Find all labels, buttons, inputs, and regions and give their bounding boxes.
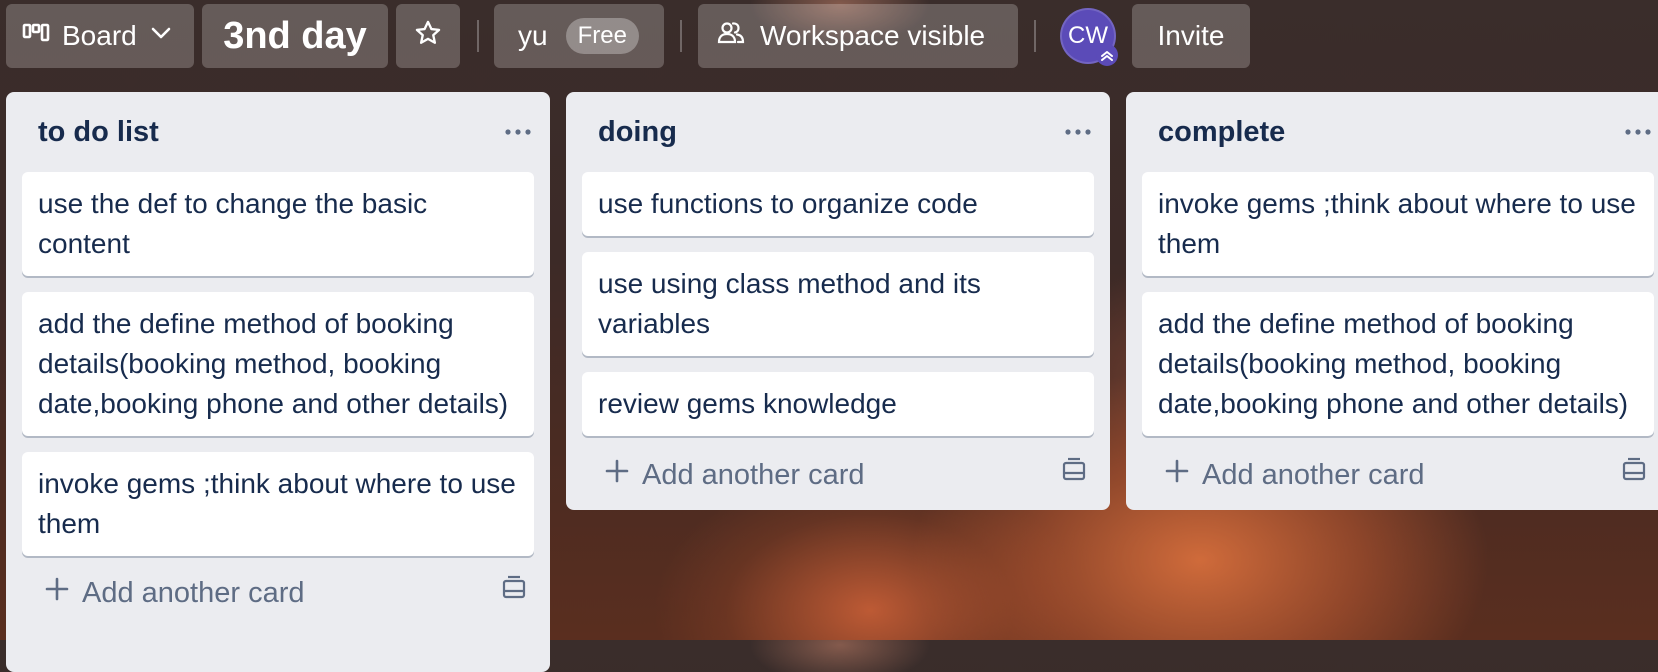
add-card-row: Add another card — [22, 568, 534, 618]
add-card-label: Add another card — [1202, 458, 1425, 491]
list-title[interactable]: doing — [598, 116, 677, 149]
add-card-button[interactable]: Add another card — [44, 576, 304, 610]
add-card-button[interactable]: Add another card — [1164, 458, 1424, 492]
people-icon — [716, 18, 746, 55]
card[interactable]: review gems knowledge — [582, 372, 1094, 436]
list-header: to do list — [22, 92, 534, 172]
visibility-label: Workspace visible — [760, 20, 986, 51]
workspace-button[interactable]: yu Free — [494, 4, 664, 68]
star-board-button[interactable] — [396, 4, 460, 68]
card-template-icon[interactable] — [500, 575, 528, 611]
card[interactable]: add the define method of booking details… — [22, 292, 534, 436]
list-header: complete — [1142, 92, 1654, 172]
add-card-row: Add another card — [582, 448, 1094, 502]
invite-button[interactable]: Invite — [1132, 4, 1250, 68]
card[interactable]: invoke gems ;think about where to use th… — [1142, 172, 1654, 276]
add-card-row: Add another card — [1142, 448, 1654, 502]
plan-badge: Free — [565, 18, 639, 54]
view-switcher-button[interactable]: Board — [6, 4, 194, 68]
add-card-button[interactable]: Add another card — [604, 458, 864, 492]
chevron-down-icon — [149, 20, 173, 52]
list-header: doing — [582, 92, 1094, 172]
board-title[interactable]: 3nd day — [202, 4, 388, 68]
card[interactable]: use functions to organize code — [582, 172, 1094, 236]
header-divider — [1034, 20, 1036, 52]
card-template-icon[interactable] — [1060, 457, 1088, 493]
board-header: Board 3nd day yu Free Workspace visible … — [0, 0, 1658, 72]
ellipsis-icon[interactable] — [1058, 112, 1098, 152]
view-label: Board — [62, 20, 137, 51]
ellipsis-icon[interactable] — [1618, 112, 1658, 152]
avatar[interactable]: CW — [1060, 8, 1118, 66]
plus-icon — [44, 576, 70, 610]
add-card-label: Add another card — [82, 576, 305, 609]
header-divider — [680, 20, 682, 52]
list-doing: doing use functions to organize code use… — [566, 92, 1110, 510]
card[interactable]: add the define method of booking details… — [1142, 292, 1654, 436]
plus-icon — [1164, 458, 1190, 492]
workspace-name: yu — [518, 20, 548, 51]
admin-chevrons-icon — [1096, 44, 1118, 66]
card[interactable]: use the def to change the basic content — [22, 172, 534, 276]
plus-icon — [604, 458, 630, 492]
list-complete: complete invoke gems ;think about where … — [1126, 92, 1658, 510]
card[interactable]: use using class method and its variables — [582, 252, 1094, 356]
board-columns-icon — [22, 19, 50, 54]
star-icon — [414, 19, 442, 54]
visibility-button[interactable]: Workspace visible — [698, 4, 1018, 68]
card-template-icon[interactable] — [1620, 457, 1648, 493]
header-divider — [477, 20, 479, 52]
ellipsis-icon[interactable] — [498, 112, 538, 152]
list-title[interactable]: to do list — [38, 116, 159, 149]
list-to-do: to do list use the def to change the bas… — [6, 92, 550, 672]
add-card-label: Add another card — [642, 458, 865, 491]
card[interactable]: invoke gems ;think about where to use th… — [22, 452, 534, 556]
list-title[interactable]: complete — [1158, 116, 1285, 149]
